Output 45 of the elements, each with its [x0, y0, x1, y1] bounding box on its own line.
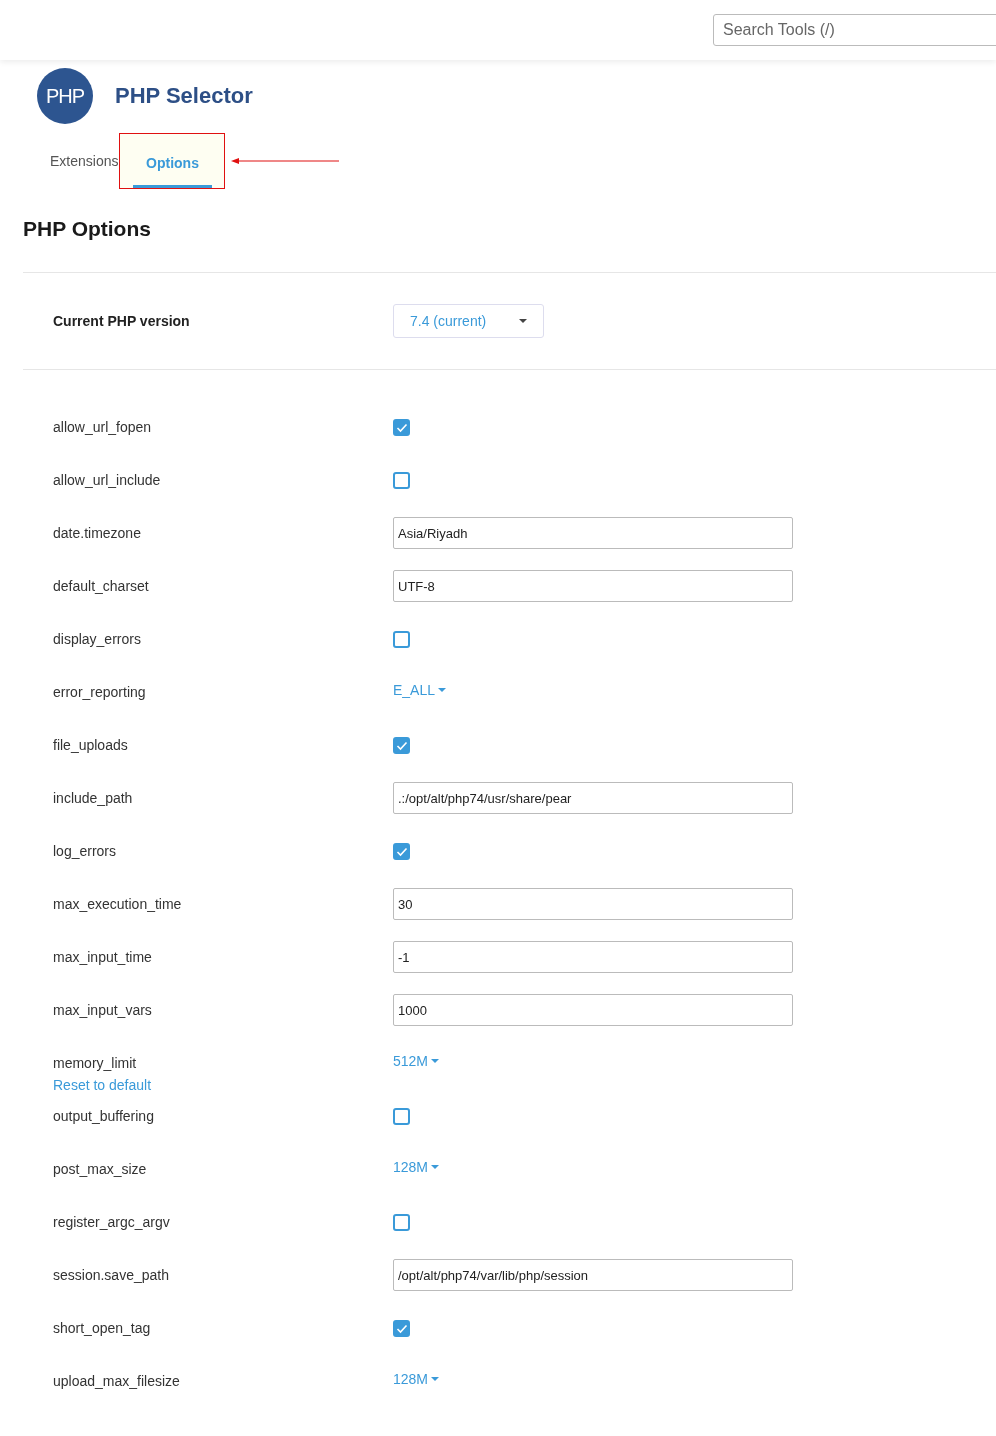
tab[interactable]: Extensions	[50, 153, 119, 169]
option-label: file_uploads	[53, 736, 129, 754]
check-icon	[395, 846, 408, 857]
option-label: error_reporting	[53, 683, 147, 701]
option-label: default_charset	[53, 577, 150, 595]
checkbox[interactable]	[393, 843, 410, 860]
input-field[interactable]: 30	[393, 888, 793, 920]
input-field[interactable]: /opt/alt/php74/var/lib/php/session	[393, 1259, 793, 1291]
option-label: max_input_time	[53, 948, 153, 966]
check-icon	[395, 740, 408, 751]
version-label: Current PHP version	[53, 313, 191, 329]
checkbox[interactable]	[393, 472, 410, 489]
option-label: allow_url_include	[53, 471, 162, 489]
input-field[interactable]: Asia/Riyadh	[393, 517, 793, 549]
input-field[interactable]: -1	[393, 941, 793, 973]
option-label: upload_max_filesize	[53, 1372, 181, 1390]
option-label: session.save_path	[53, 1266, 170, 1284]
option-label: log_errors	[53, 842, 118, 860]
option-label: memory_limit	[53, 1054, 138, 1072]
checkbox[interactable]	[393, 631, 410, 648]
checkbox[interactable]	[393, 1320, 410, 1337]
option-label: max_input_vars	[53, 1001, 153, 1019]
option-label: include_path	[53, 789, 134, 807]
option-label: post_max_size	[53, 1160, 148, 1178]
checkbox[interactable]	[393, 1108, 410, 1125]
option-label: date.timezone	[53, 524, 142, 542]
input-field[interactable]: .:/opt/alt/php74/usr/share/pear	[393, 782, 793, 814]
checkbox[interactable]	[393, 1214, 410, 1231]
option-label: allow_url_fopen	[53, 418, 153, 436]
option-label: short_open_tag	[53, 1319, 152, 1337]
input-field[interactable]: 1000	[393, 994, 793, 1026]
option-label: register_argc_argv	[53, 1213, 171, 1231]
check-icon	[395, 1323, 408, 1334]
input-field[interactable]: UTF-8	[393, 570, 793, 602]
section-title: PHP Options	[23, 217, 152, 242]
checkbox[interactable]	[393, 419, 410, 436]
option-label: display_errors	[53, 630, 142, 648]
arrow-icon	[231, 157, 340, 165]
search-field[interactable]: Search Tools (/)	[713, 14, 996, 46]
checkbox[interactable]	[393, 737, 410, 754]
option-label: output_buffering	[53, 1107, 155, 1125]
check-icon	[395, 422, 408, 433]
option-label: max_execution_time	[53, 895, 183, 913]
php-logo: PHP	[37, 68, 93, 124]
page-title: PHP Selector	[115, 83, 253, 109]
